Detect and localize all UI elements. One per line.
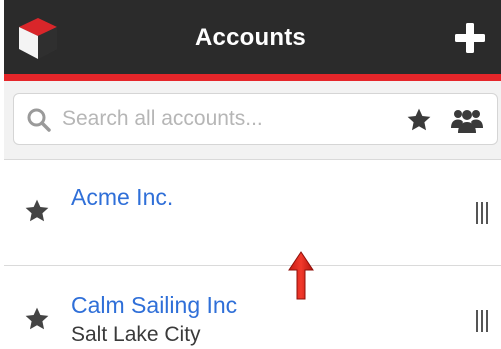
drag-handle-icon[interactable] xyxy=(475,310,489,332)
search-icon xyxy=(27,108,51,132)
team-filter-icon[interactable] xyxy=(450,106,484,134)
page-title: Accounts xyxy=(195,24,306,51)
drag-handle-icon[interactable] xyxy=(475,202,489,224)
header-accent-bar xyxy=(4,74,501,81)
favorites-filter-icon[interactable] xyxy=(406,107,432,133)
add-account-button[interactable] xyxy=(453,21,487,55)
search-box[interactable] xyxy=(13,93,498,145)
account-name[interactable]: Calm Sailing Inc xyxy=(71,292,237,319)
account-row[interactable]: Acme Inc. xyxy=(4,160,501,266)
search-bar-area xyxy=(4,81,501,160)
account-row[interactable]: Calm Sailing Inc Salt Lake City xyxy=(4,266,501,349)
account-name[interactable]: Acme Inc. xyxy=(71,184,173,211)
star-icon[interactable] xyxy=(24,198,50,224)
star-icon[interactable] xyxy=(24,306,50,332)
account-location: Salt Lake City xyxy=(71,323,201,346)
search-input[interactable] xyxy=(62,102,392,136)
red-up-arrow-icon xyxy=(288,251,314,300)
